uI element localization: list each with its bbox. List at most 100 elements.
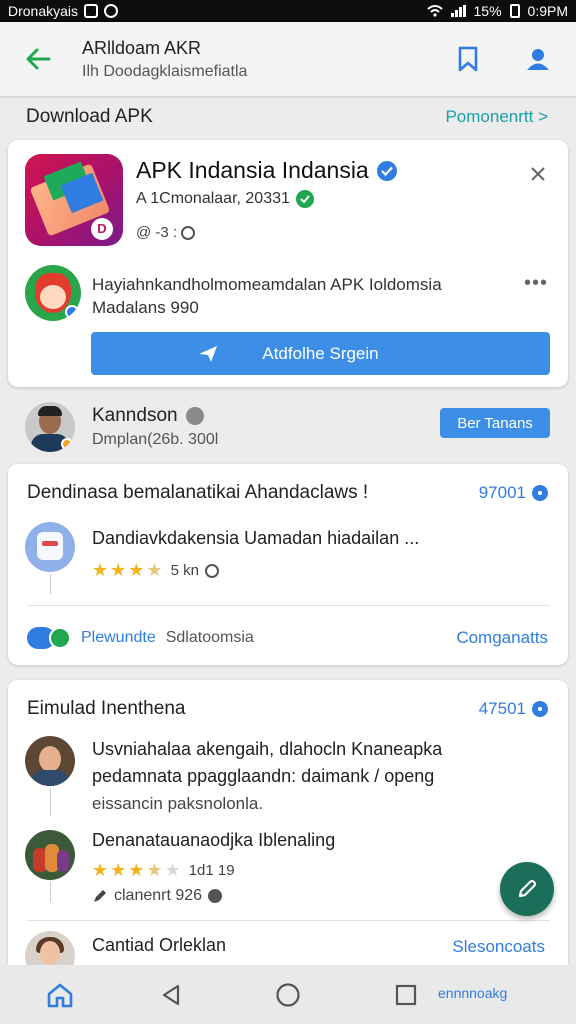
battery-icon <box>509 4 520 18</box>
list-card-2: Eimulad Inenthena 47501 Usvniahalaa aken… <box>8 680 568 981</box>
app-stat-text: @ -3 : <box>136 224 178 241</box>
pencil-icon <box>94 890 106 902</box>
post-text-line-1: Hayiahnkandholmomeamdalan APK Ioldomsia <box>92 275 442 294</box>
send-icon <box>199 346 217 362</box>
avatar[interactable] <box>25 830 75 880</box>
bookmark-button[interactable] <box>446 37 490 81</box>
nav-label[interactable]: ennnnoakg <box>438 985 507 1001</box>
compose-fab[interactable] <box>500 862 554 916</box>
star-rating: ★ ★ ★ ★ ★ 1d1 19 <box>92 860 235 881</box>
app-logo-icon[interactable]: D <box>25 154 123 246</box>
user-row: Kanndson Dmplan(26b. 300l Ber Tanans <box>0 398 576 456</box>
back-button[interactable] <box>16 37 60 81</box>
star-half-icon: ★ <box>146 860 163 880</box>
list-item-meta: clanenrt 926 <box>92 887 223 905</box>
divider <box>27 920 550 921</box>
list-card-1: Dendinasa bemalanatikai Ahandaclaws ! 97… <box>8 464 568 665</box>
bookmark-icon <box>458 46 478 72</box>
app-bar-subtitle: Ilh Doodagklaismefiatla <box>82 62 248 80</box>
app-name: APK Indansia Indansia <box>136 157 397 184</box>
nav-recents[interactable] <box>390 979 422 1011</box>
user-subtitle: Dmplan(26b. 300l <box>92 431 219 448</box>
app-bar: ARlldoam AKR Ilh Doodagklaismefiatla <box>0 22 576 96</box>
download-button[interactable]: Atdfolhe Srgein <box>91 332 550 375</box>
user-icon <box>527 49 549 70</box>
list-card-footer: Plewundte Sdlatoomsia Comganatts <box>27 627 548 649</box>
post-text: Hayiahnkandholmomeamdalan APK Ioldomsia … <box>92 273 442 319</box>
profile-button[interactable] <box>516 37 560 81</box>
user-name: Kanndson <box>92 405 204 427</box>
home-icon <box>47 983 73 1008</box>
comments-link[interactable]: Comganatts <box>456 628 548 648</box>
close-button[interactable] <box>522 158 554 190</box>
list-card-count[interactable]: 97001 <box>479 483 548 503</box>
status-bar: Dronakyais 15% 0:9PM <box>0 0 576 22</box>
star-icon: ★ <box>128 560 145 580</box>
star-icon: ★ <box>92 560 109 580</box>
avatar[interactable] <box>25 522 75 572</box>
rating-text: 5 kn <box>170 562 199 579</box>
avatar[interactable] <box>25 402 75 452</box>
app-card: D APK Indansia Indansia A 1Cmonalaar, 20… <box>8 140 568 387</box>
battery-text: 15% <box>473 3 502 19</box>
bottom-nav: ennnnoakg <box>0 965 576 1024</box>
circle-icon <box>276 983 300 1007</box>
nav-home-circle[interactable] <box>272 979 304 1011</box>
thread-line <box>50 574 51 594</box>
list-item-title[interactable]: Denanatauanaodjka Iblenaling <box>92 830 335 851</box>
app-bar-title: ARlldoam AKR <box>82 37 202 58</box>
star-icon: ★ <box>92 860 109 880</box>
section-link[interactable]: Pomonenrtt > <box>445 107 548 127</box>
info-icon <box>532 701 548 717</box>
nav-back[interactable] <box>155 979 187 1011</box>
follow-button[interactable]: Ber Tanans <box>440 408 550 438</box>
thread-line <box>50 882 51 902</box>
list-card-count[interactable]: 47501 <box>479 699 548 719</box>
list-card-title: Eimulad Inenthena <box>27 698 186 719</box>
notification-icon <box>104 4 119 18</box>
count-text: 97001 <box>478 483 526 502</box>
verified-icon <box>376 160 397 181</box>
arrow-left-icon <box>26 48 51 70</box>
footer-text-a: Plewundte <box>81 629 156 646</box>
footer-text-b: Sdlatoomsia <box>165 629 254 646</box>
square-icon <box>395 984 417 1006</box>
footer-tags[interactable]: Plewundte Sdlatoomsia <box>27 627 254 649</box>
more-options-icon[interactable]: ••• <box>524 272 548 295</box>
app-bar-titles: ARlldoam AKR Ilh Doodagklaismefiatla <box>82 38 446 81</box>
clock-icon <box>181 225 196 240</box>
count-text: 47501 <box>478 699 526 718</box>
list-item-line-2: pedamnata ppagglaandn: daimank / openg <box>92 766 435 786</box>
close-icon <box>531 167 545 181</box>
list-item-link[interactable]: Slesoncoats <box>452 937 545 957</box>
app-meta: A 1Cmonalaar, 20331 <box>136 190 314 208</box>
avatar[interactable] <box>25 736 75 786</box>
clock-icon <box>204 563 219 578</box>
app-name-text: APK Indansia Indansia <box>136 157 369 183</box>
section-header: Download APK Pomonenrtt > <box>26 106 548 128</box>
rating-text: 1d1 19 <box>188 862 235 879</box>
list-item-line-3: eissancin paksnolonla. <box>92 794 264 813</box>
list-card-title: Dendinasa bemalanatikai Ahandaclaws ! <box>27 482 369 503</box>
avatar[interactable] <box>25 265 81 321</box>
star-icon: ★ <box>128 860 145 880</box>
divider <box>27 605 550 606</box>
list-card-header: Dendinasa bemalanatikai Ahandaclaws ! 97… <box>27 482 548 504</box>
star-icon: ★ <box>110 860 127 880</box>
download-button-label: Atdfolhe Srgein <box>262 343 379 363</box>
triangle-back-icon <box>162 984 180 1006</box>
thread-line <box>50 788 51 816</box>
clock: 0:9PM <box>527 3 568 19</box>
info-icon <box>185 407 204 425</box>
edit-icon <box>518 879 537 898</box>
wifi-icon <box>426 5 443 17</box>
info-icon <box>532 485 548 501</box>
app-meta-text: A 1Cmonalaar, 20331 <box>136 190 290 207</box>
gallery-icon <box>84 4 99 18</box>
list-item-line-1: Usvniahalaa akengaih, dlahocln Knaneapka <box>92 739 443 759</box>
toggle-icon <box>27 627 71 649</box>
list-item-text[interactable]: Usvniahalaa akengaih, dlahocln Knaneapka… <box>92 736 442 817</box>
nav-home[interactable] <box>44 979 76 1011</box>
list-item-title[interactable]: Cantiad Orleklan <box>92 935 226 956</box>
list-item-title[interactable]: Dandiavkdakensia Uamadan hiadailan ... <box>92 528 419 549</box>
